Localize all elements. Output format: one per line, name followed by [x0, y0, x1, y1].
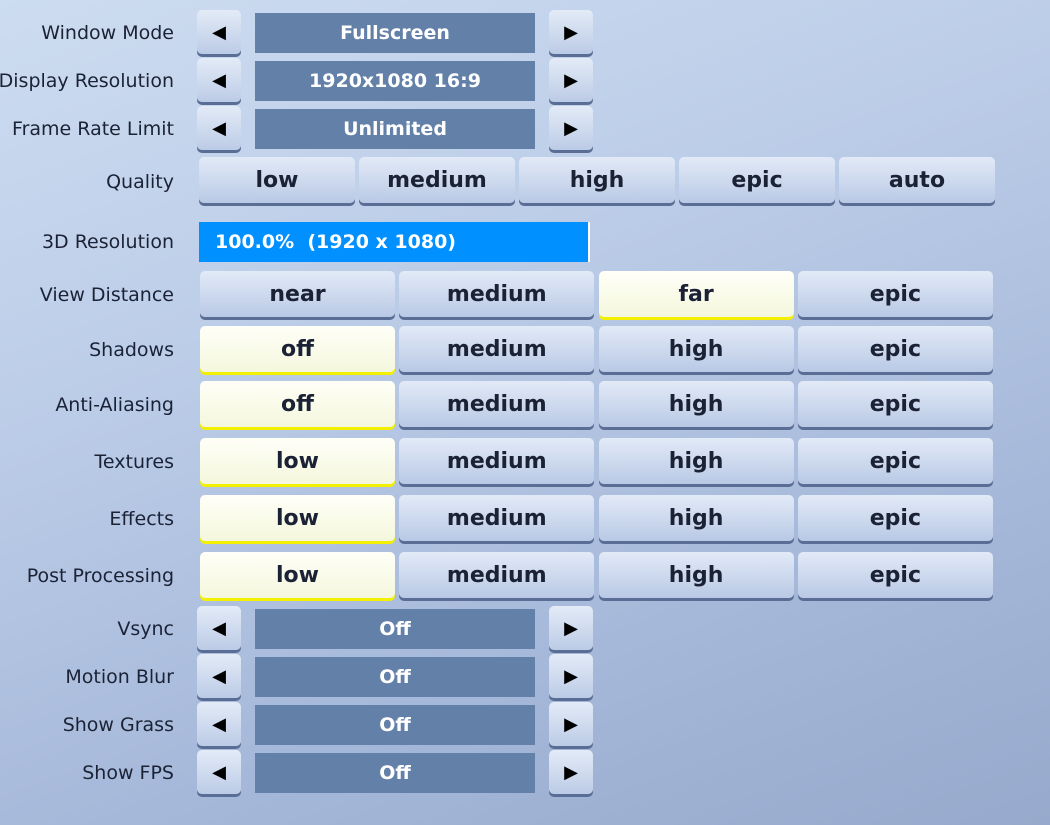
display-resolution-label: Display Resolution — [0, 70, 174, 92]
display-resolution-next-button[interactable]: ▶ — [549, 58, 593, 102]
show-fps-value: Off — [255, 753, 535, 793]
3d-resolution-value: 100.0% (1920 x 1080) — [215, 231, 456, 253]
view-distance-option-far[interactable]: far — [598, 271, 794, 317]
arrow-right-icon: ▶ — [564, 21, 578, 43]
shadows-option-epic[interactable]: epic — [797, 326, 993, 372]
arrow-right-icon: ▶ — [564, 665, 578, 687]
quality-option-low[interactable]: low — [199, 157, 355, 203]
quality-option-epic[interactable]: epic — [679, 157, 835, 203]
shadows-label: Shadows — [89, 339, 174, 361]
show-fps-label: Show FPS — [82, 762, 174, 784]
post-processing-option-high[interactable]: high — [598, 552, 794, 598]
post-processing-label: Post Processing — [26, 565, 174, 587]
3d-resolution-label: 3D Resolution — [41, 231, 174, 253]
arrow-right-icon: ▶ — [564, 713, 578, 735]
post-processing-option-epic[interactable]: epic — [797, 552, 993, 598]
effects-option-medium[interactable]: medium — [399, 495, 595, 541]
arrow-right-icon: ▶ — [564, 617, 578, 639]
frame-rate-limit-next-button[interactable]: ▶ — [549, 106, 593, 150]
arrow-left-icon: ◀ — [212, 761, 226, 783]
view-distance-label: View Distance — [39, 284, 174, 306]
frame-rate-limit-label: Frame Rate Limit — [12, 118, 174, 140]
show-grass-next-button[interactable]: ▶ — [549, 702, 593, 746]
arrow-left-icon: ◀ — [212, 21, 226, 43]
anti-aliasing-option-high[interactable]: high — [598, 381, 794, 427]
effects-option-epic[interactable]: epic — [797, 495, 993, 541]
arrow-right-icon: ▶ — [564, 117, 578, 139]
window-mode-value: Fullscreen — [255, 13, 535, 53]
show-fps-prev-button[interactable]: ◀ — [197, 750, 241, 794]
textures-option-low[interactable]: low — [200, 438, 395, 484]
display-resolution-value: 1920x1080 16:9 — [255, 61, 535, 101]
arrow-right-icon: ▶ — [564, 761, 578, 783]
shadows-option-off[interactable]: off — [200, 326, 395, 372]
display-resolution-prev-button[interactable]: ◀ — [197, 58, 241, 102]
arrow-left-icon: ◀ — [212, 117, 226, 139]
quality-option-medium[interactable]: medium — [359, 157, 515, 203]
post-processing-option-medium[interactable]: medium — [399, 552, 595, 598]
arrow-left-icon: ◀ — [212, 665, 226, 687]
quality-option-auto[interactable]: auto — [839, 157, 995, 203]
arrow-right-icon: ▶ — [564, 69, 578, 91]
view-distance-option-near[interactable]: near — [200, 271, 395, 317]
motion-blur-next-button[interactable]: ▶ — [549, 654, 593, 698]
show-fps-next-button[interactable]: ▶ — [549, 750, 593, 794]
textures-option-medium[interactable]: medium — [399, 438, 595, 484]
motion-blur-value: Off — [255, 657, 535, 697]
window-mode-prev-button[interactable]: ◀ — [197, 10, 241, 54]
anti-aliasing-label: Anti-Aliasing — [55, 394, 174, 416]
anti-aliasing-option-off[interactable]: off — [200, 381, 395, 427]
textures-option-high[interactable]: high — [598, 438, 794, 484]
show-grass-value: Off — [255, 705, 535, 745]
quality-option-high[interactable]: high — [519, 157, 675, 203]
effects-option-high[interactable]: high — [598, 495, 794, 541]
window-mode-next-button[interactable]: ▶ — [549, 10, 593, 54]
view-distance-option-medium[interactable]: medium — [399, 271, 595, 317]
show-grass-prev-button[interactable]: ◀ — [197, 702, 241, 746]
motion-blur-label: Motion Blur — [65, 666, 174, 688]
window-mode-label: Window Mode — [41, 22, 174, 44]
effects-option-low[interactable]: low — [200, 495, 395, 541]
frame-rate-limit-value: Unlimited — [255, 109, 535, 149]
anti-aliasing-option-medium[interactable]: medium — [399, 381, 595, 427]
anti-aliasing-option-epic[interactable]: epic — [797, 381, 993, 427]
post-processing-option-low[interactable]: low — [200, 552, 395, 598]
vsync-prev-button[interactable]: ◀ — [197, 606, 241, 650]
show-grass-label: Show Grass — [62, 714, 174, 736]
shadows-option-high[interactable]: high — [598, 326, 794, 372]
textures-label: Textures — [94, 451, 174, 473]
motion-blur-prev-button[interactable]: ◀ — [197, 654, 241, 698]
quality-label: Quality — [106, 171, 174, 193]
arrow-left-icon: ◀ — [212, 617, 226, 639]
textures-option-epic[interactable]: epic — [797, 438, 993, 484]
vsync-next-button[interactable]: ▶ — [549, 606, 593, 650]
vsync-label: Vsync — [117, 618, 174, 640]
effects-label: Effects — [109, 508, 174, 530]
arrow-left-icon: ◀ — [212, 713, 226, 735]
shadows-option-medium[interactable]: medium — [399, 326, 595, 372]
frame-rate-limit-prev-button[interactable]: ◀ — [197, 106, 241, 150]
view-distance-option-epic[interactable]: epic — [797, 271, 993, 317]
arrow-left-icon: ◀ — [212, 69, 226, 91]
vsync-value: Off — [255, 609, 535, 649]
